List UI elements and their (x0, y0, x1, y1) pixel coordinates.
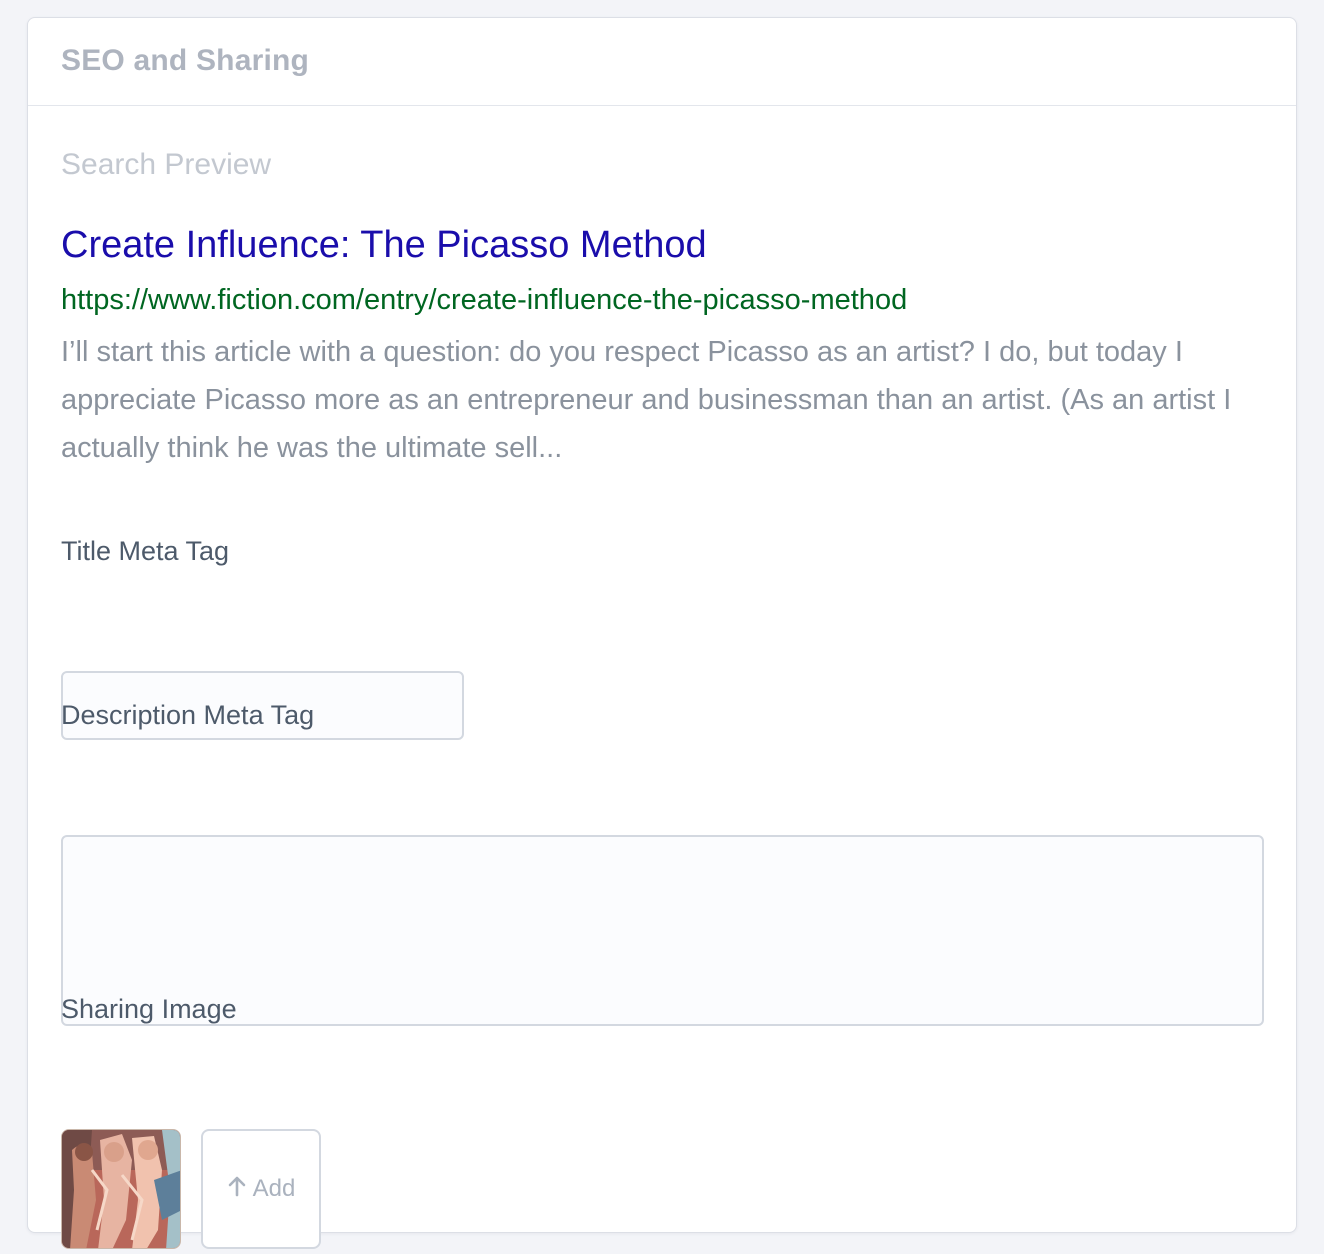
add-button-label: Add (252, 1175, 296, 1202)
panel-header: SEO and Sharing (28, 18, 1296, 106)
search-preview-description: I’ll start this article with a question:… (61, 336, 1232, 464)
picasso-painting-thumbnail (62, 1130, 180, 1248)
search-preview-url: https://www.fiction.com/entry/create-inf… (61, 284, 908, 316)
sharing-image-thumbnail[interactable] (61, 1129, 181, 1249)
panel-title: SEO and Sharing (61, 44, 310, 77)
title-meta-label: Title Meta Tag (61, 536, 230, 566)
description-meta-textarea[interactable] (61, 835, 1264, 1026)
search-preview-label: Search Preview (61, 148, 272, 181)
description-meta-label: Description Meta Tag (61, 700, 315, 730)
sharing-image-label: Sharing Image (61, 994, 237, 1024)
search-preview-title[interactable]: Create Influence: The Picasso Method (61, 224, 707, 267)
add-sharing-image-button[interactable]: Add (201, 1129, 321, 1249)
seo-sharing-panel: SEO and Sharing Search Preview Create In… (27, 17, 1297, 1249)
arrow-up-icon (227, 1175, 247, 1204)
